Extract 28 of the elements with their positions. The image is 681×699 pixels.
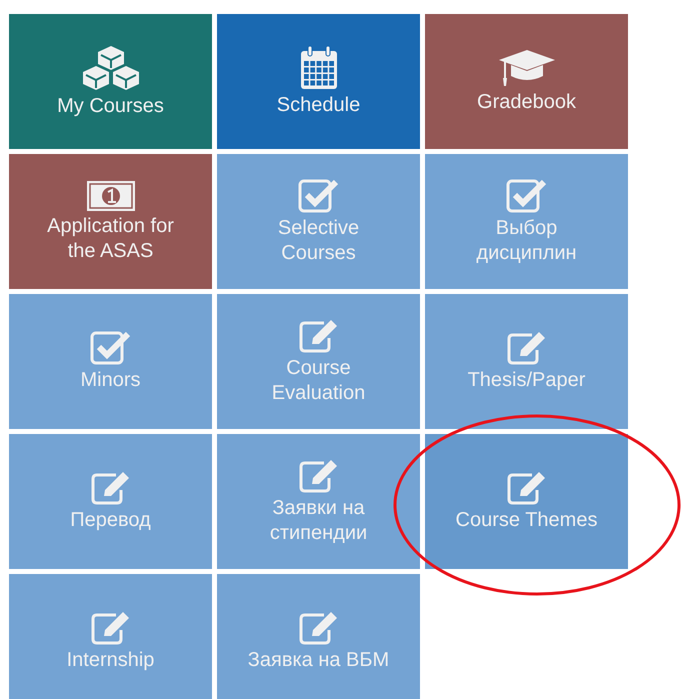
menu-tile[interactable]: Перевод	[9, 434, 212, 569]
menu-tile[interactable]: Internship	[9, 574, 212, 699]
banknote-icon	[86, 180, 136, 212]
menu-tile[interactable]: Course Themes	[425, 434, 628, 569]
checkbox-icon	[298, 178, 340, 214]
calendar-icon	[298, 45, 338, 91]
menu-tile[interactable]: Gradebook	[425, 14, 628, 149]
menu-tile[interactable]: Заявка на ВБМ	[217, 574, 420, 699]
edit-icon	[298, 610, 340, 646]
edit-icon	[506, 330, 548, 366]
edit-icon	[298, 318, 340, 354]
menu-tile[interactable]: Course Evaluation	[217, 294, 420, 429]
edit-icon	[298, 458, 340, 494]
cubes-icon	[82, 44, 140, 92]
menu-tile[interactable]: My Courses	[9, 14, 212, 149]
menu-tile[interactable]: Selective Courses	[217, 154, 420, 289]
checkbox-icon	[506, 178, 548, 214]
checkbox-icon	[90, 330, 132, 366]
menu-tile[interactable]: Thesis/Paper	[425, 294, 628, 429]
edit-icon	[506, 470, 548, 506]
menu-tile[interactable]: Выбор дисциплин	[425, 154, 628, 289]
menu-tile[interactable]: Application for the ASAS	[9, 154, 212, 289]
menu-tile[interactable]: Minors	[9, 294, 212, 429]
graduation-cap-icon	[496, 48, 556, 88]
edit-icon	[90, 470, 132, 506]
menu-tile[interactable]: Заявки на стипендии	[217, 434, 420, 569]
menu-tile[interactable]: Schedule	[217, 14, 420, 149]
edit-icon	[90, 610, 132, 646]
